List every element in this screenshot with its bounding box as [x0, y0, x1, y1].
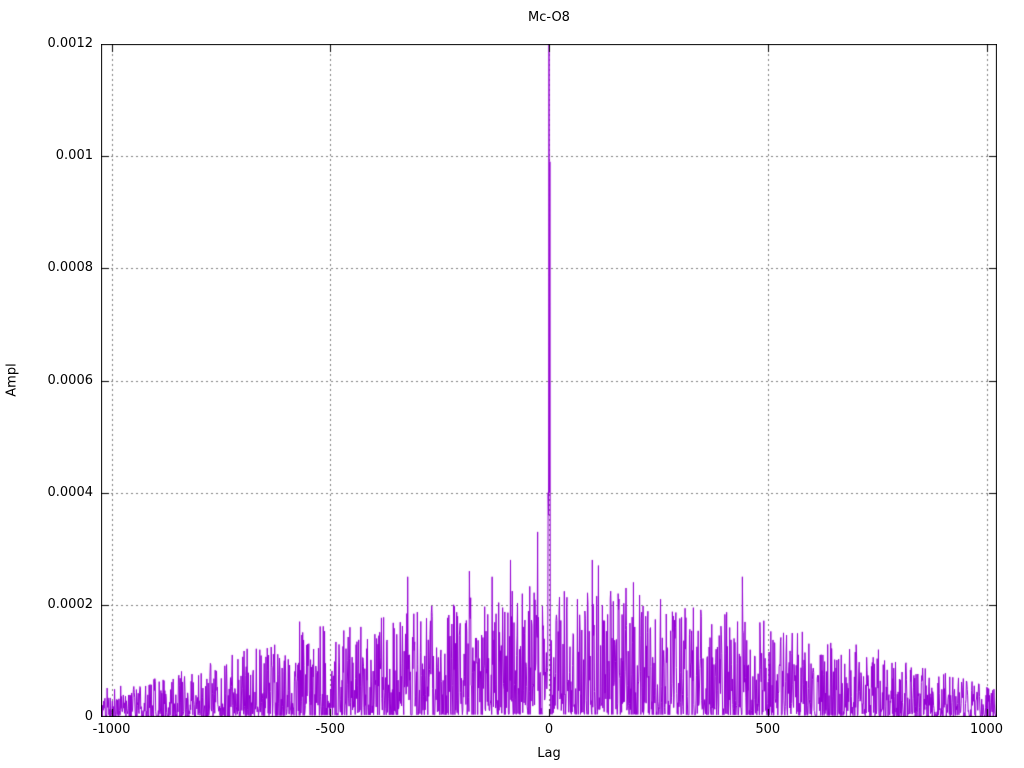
x-tick-label: -500	[315, 722, 346, 737]
y-tick-label: 0.0008	[47, 260, 94, 276]
x-tick-label: 500	[755, 722, 781, 737]
y-tick-label: 0	[84, 709, 93, 724]
y-tick-label: 0.0012	[47, 36, 94, 51]
y-tick-label: 0.0004	[47, 484, 94, 500]
y-tick-label: 0.0002	[47, 596, 94, 612]
y-tick-label: 0.0006	[47, 372, 94, 388]
x-tick-label: 0	[544, 722, 554, 737]
chart: Mc-O8 Ampl 0 0.0002 0.0004 0.0006 0.0008 0.00…	[0, 0, 1024, 768]
y-tick-label: 0.001	[55, 148, 93, 164]
x-axis-label: Lag	[537, 746, 561, 761]
plot-canvas	[101, 44, 997, 717]
chart-title: Mc-O8	[528, 10, 570, 25]
x-tick-label: -1000	[92, 722, 131, 737]
x-tick-label: 1000	[969, 722, 1004, 737]
